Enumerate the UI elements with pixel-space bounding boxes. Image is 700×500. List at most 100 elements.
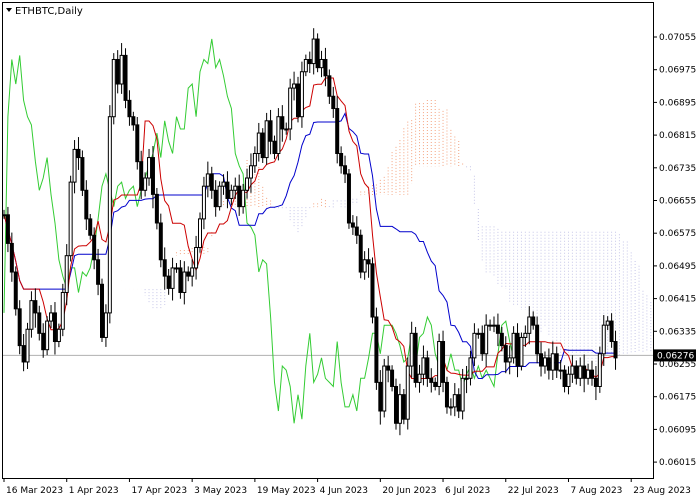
candle-body [166, 275, 171, 289]
candle-body [311, 38, 316, 65]
chart-background [0, 0, 700, 500]
candle-body [209, 173, 214, 191]
candle-body [41, 332, 46, 351]
candle-body [154, 193, 159, 224]
candle-body [115, 58, 120, 85]
candle-body [198, 218, 202, 249]
candle-body [205, 173, 210, 187]
candle-body [590, 369, 594, 379]
candle-body [346, 173, 351, 224]
candle-body [339, 152, 344, 167]
candle-body [233, 185, 238, 191]
candle-body [527, 316, 532, 334]
candle-body [448, 406, 453, 409]
candle-body [499, 332, 504, 347]
candle-body [107, 116, 112, 314]
candle-body [292, 83, 297, 89]
candle-body [409, 332, 414, 367]
x-tick-label: 16 Mar 2023 [6, 486, 63, 496]
candle-body [143, 177, 148, 191]
y-tick-label: 0.06255 [659, 360, 696, 370]
candle-body [460, 377, 465, 412]
candle-body [21, 345, 26, 363]
candle-body [425, 357, 430, 379]
candle-body [495, 324, 500, 334]
candle-body [578, 365, 583, 379]
candle-body [366, 259, 371, 265]
y-tick-label: 0.06175 [659, 393, 696, 403]
candle-body [248, 165, 253, 179]
candle-body [350, 222, 355, 228]
candle-body [131, 116, 136, 126]
candle-body [539, 353, 544, 367]
candle-body [327, 75, 332, 97]
candle-body [362, 259, 367, 273]
candle-body [88, 218, 93, 236]
candle-body [29, 300, 34, 330]
candle-body [245, 177, 250, 191]
candle-body [386, 365, 391, 371]
y-tick-label: 0.06975 [659, 66, 696, 76]
candle-body [519, 336, 524, 367]
candle-body [299, 71, 304, 118]
candle-body [272, 140, 277, 154]
candle-body [531, 316, 536, 326]
candle-body [49, 312, 54, 322]
candle-body [535, 324, 540, 355]
candle-body [484, 324, 489, 355]
candle-body [335, 108, 340, 154]
candle-body [276, 116, 281, 154]
candle-body [480, 332, 485, 355]
candle-body [593, 377, 598, 387]
candle-body [64, 255, 69, 293]
candle-body [503, 345, 508, 363]
candle-body [13, 271, 18, 310]
y-tick-label: 0.06735 [659, 164, 696, 174]
x-tick-label: 4 Jun 2023 [320, 486, 368, 496]
x-tick-label: 19 May 2023 [257, 486, 316, 496]
candle-body [378, 381, 383, 412]
y-tick-label: 0.06335 [659, 327, 696, 337]
candle-body [123, 54, 128, 101]
candle-body [476, 332, 481, 335]
candle-body [586, 369, 591, 379]
y-tick-label: 0.06415 [659, 295, 696, 305]
candle-body [256, 132, 261, 154]
candle-body [382, 365, 387, 412]
candle-body [170, 267, 175, 289]
candle-body [523, 332, 528, 338]
candle-body [147, 157, 152, 179]
candle-body [319, 58, 324, 69]
candle-body [68, 181, 73, 257]
candle-body [111, 58, 116, 118]
candle-body [597, 353, 602, 387]
candle-body [194, 247, 199, 269]
candle-body [558, 369, 563, 372]
y-tick-label: 0.06655 [659, 197, 696, 207]
candle-body [76, 148, 81, 159]
candle-body [25, 328, 30, 363]
candle-body [401, 394, 406, 420]
y-tick-label: 0.06815 [659, 131, 696, 141]
current-price-tag: 0.06276 [654, 349, 696, 362]
candle-body [358, 234, 363, 273]
candle-body [264, 120, 269, 159]
candle-body [5, 214, 10, 244]
candle-body [354, 226, 359, 236]
candle-body [444, 381, 449, 408]
candle-body [605, 320, 610, 326]
candle-body [303, 58, 308, 73]
y-tick-label: 0.06895 [659, 98, 696, 108]
candle-body [201, 185, 206, 220]
candle-body [437, 341, 442, 387]
candle-body [343, 165, 348, 175]
candle-body [613, 341, 618, 359]
candle-body [468, 357, 473, 379]
candle-body [241, 189, 246, 208]
candle-body [229, 189, 234, 199]
candle-body [237, 185, 242, 208]
candle-body [417, 373, 422, 383]
price-tag-value: 0.06276 [657, 351, 694, 361]
x-tick-label: 7 Aug 2023 [570, 486, 622, 496]
candle-body [472, 332, 477, 359]
